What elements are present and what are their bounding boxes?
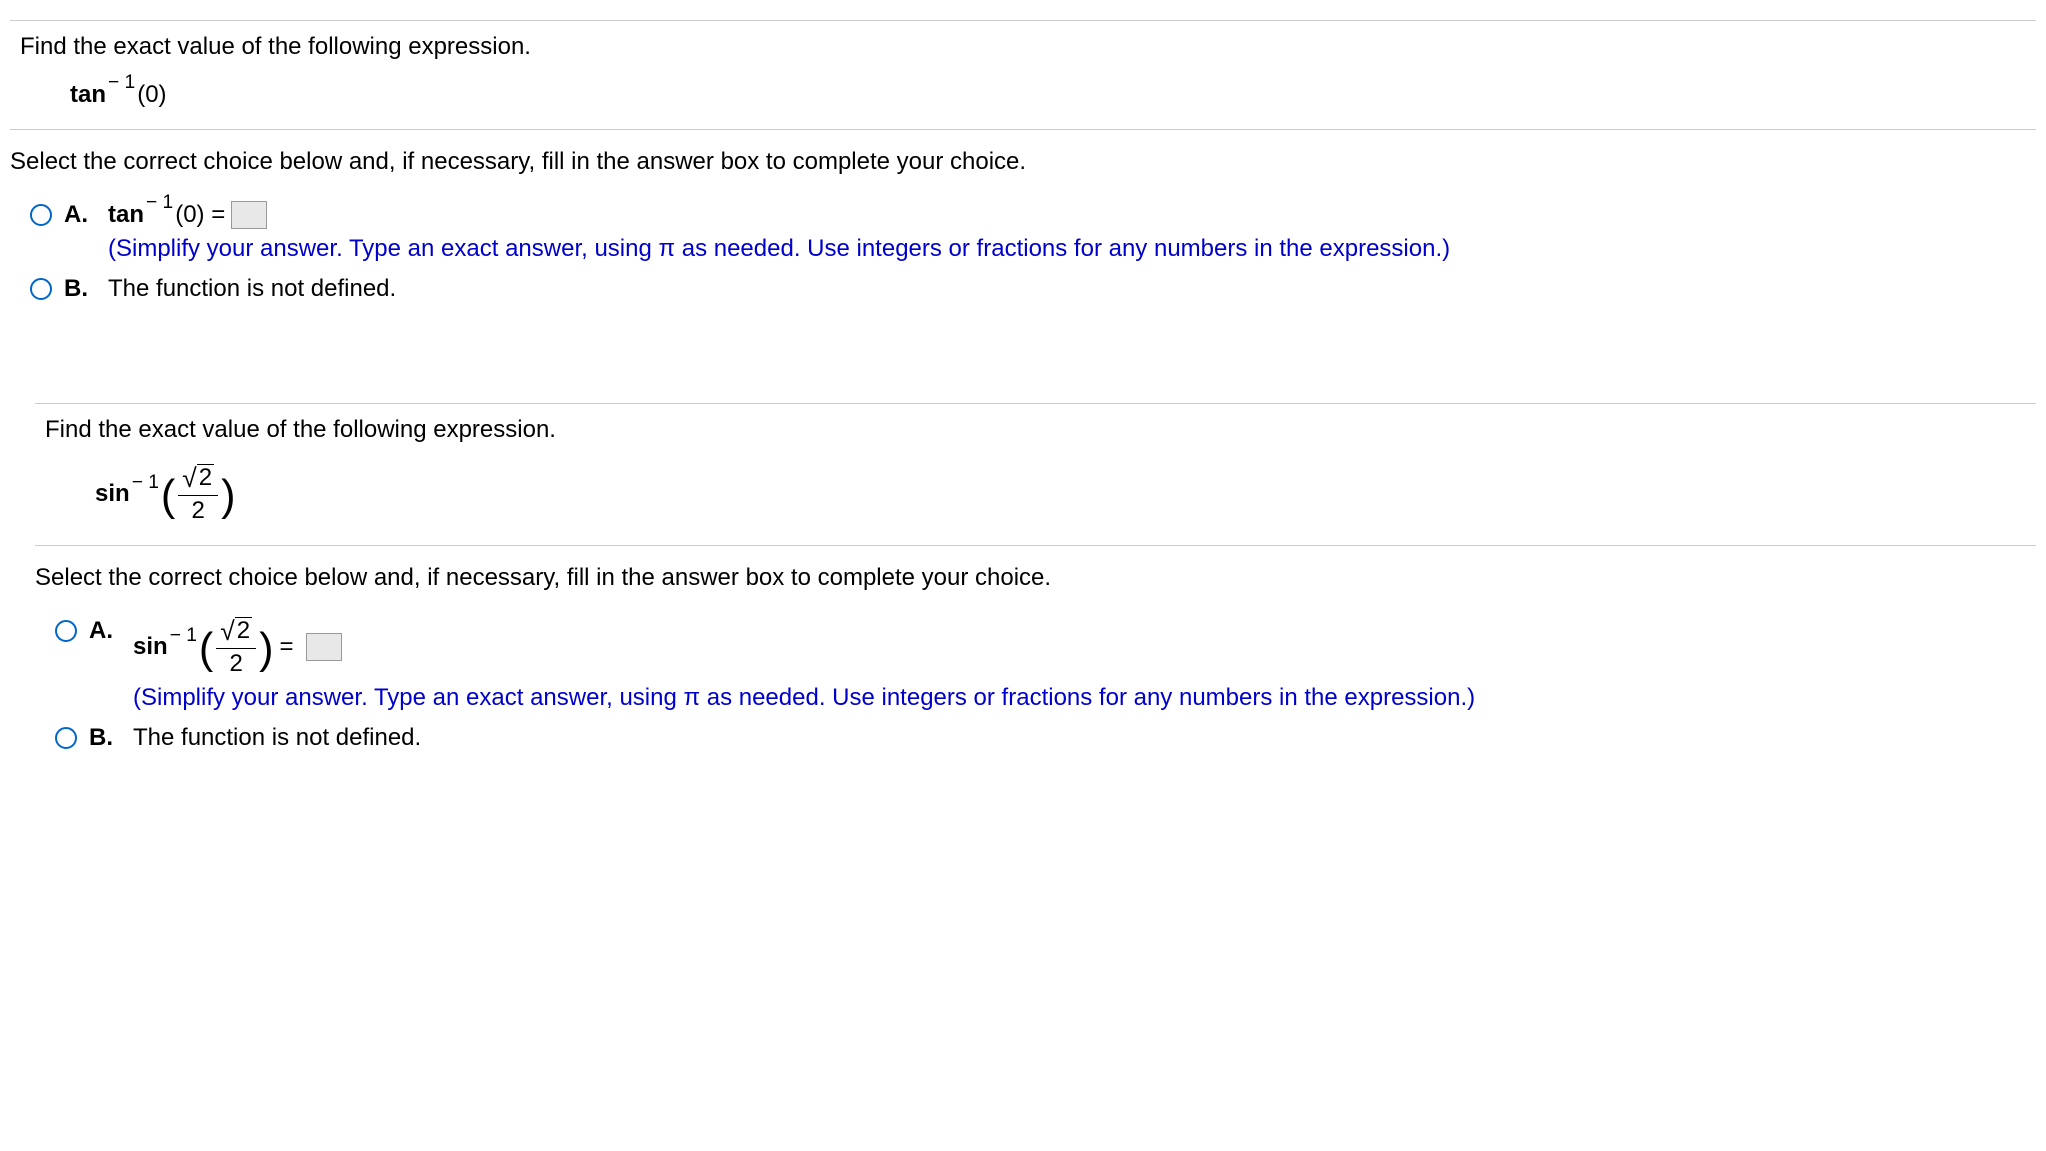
- choice-b-label: B.: [89, 724, 115, 752]
- question-2: Find the exact value of the following ex…: [35, 403, 2036, 752]
- question-expression: sin − 1 ( √ 2 2 ): [95, 464, 2036, 525]
- numerator: √ 2: [178, 464, 218, 496]
- divider: [10, 129, 2036, 130]
- choice-a-expr: tan − 1 (0) =: [108, 201, 1450, 229]
- radicand: 2: [235, 617, 252, 646]
- exponent: − 1: [146, 192, 173, 214]
- choice-a-label: A.: [64, 201, 90, 229]
- radio-b[interactable]: [55, 727, 77, 749]
- func-name: tan: [108, 201, 144, 229]
- radio-a[interactable]: [30, 204, 52, 226]
- question-1: Find the exact value of the following ex…: [10, 20, 2036, 303]
- sub-prompt: Select the correct choice below and, if …: [10, 148, 2036, 176]
- choice-b-text: The function is not defined.: [133, 724, 421, 752]
- right-paren: ): [221, 475, 235, 518]
- divider: [35, 403, 2036, 404]
- question-expression: tan − 1 (0): [70, 81, 2036, 109]
- choice-b-text: The function is not defined.: [108, 275, 396, 303]
- exponent: − 1: [108, 72, 135, 94]
- denominator: 2: [192, 496, 205, 524]
- choice-a-row: A. tan − 1 (0) = (Simplify your answer. …: [30, 201, 2036, 263]
- choice-b-label: B.: [64, 275, 90, 303]
- right-paren: ): [259, 628, 273, 671]
- divider: [10, 20, 2036, 21]
- choices: A. tan − 1 (0) = (Simplify your answer. …: [30, 201, 2036, 303]
- argument-eq: (0) =: [175, 201, 225, 229]
- choice-b-row: B. The function is not defined.: [30, 275, 2036, 303]
- fraction: √ 2 2: [178, 464, 218, 525]
- radio-a[interactable]: [55, 620, 77, 642]
- choice-a-hint: (Simplify your answer. Type an exact ans…: [108, 235, 1450, 263]
- choice-b-row: B. The function is not defined.: [55, 724, 2036, 752]
- question-prompt: Find the exact value of the following ex…: [20, 33, 2036, 61]
- argument: (0): [137, 81, 166, 109]
- choice-a-label: A.: [89, 617, 115, 645]
- sqrt-sign: √: [182, 464, 196, 493]
- fraction: √ 2 2: [216, 617, 256, 678]
- choice-a-expr: sin − 1 ( √ 2 2 ) =: [133, 617, 1475, 678]
- choice-a-row: A. sin − 1 ( √ 2 2 ): [55, 617, 2036, 712]
- radicand: 2: [197, 464, 214, 493]
- left-paren: (: [199, 628, 213, 671]
- exponent: − 1: [132, 472, 159, 494]
- func-name: sin: [95, 480, 130, 508]
- sqrt: √ 2: [220, 617, 252, 646]
- func-name: tan: [70, 81, 106, 109]
- choice-b-body: The function is not defined.: [108, 275, 396, 303]
- choice-a-body: tan − 1 (0) = (Simplify your answer. Typ…: [108, 201, 1450, 263]
- equals: =: [280, 633, 294, 661]
- radio-b[interactable]: [30, 278, 52, 300]
- choices: A. sin − 1 ( √ 2 2 ): [55, 617, 2036, 752]
- divider: [35, 545, 2036, 546]
- func-name: sin: [133, 633, 168, 661]
- left-paren: (: [161, 475, 175, 518]
- numerator: √ 2: [216, 617, 256, 649]
- sqrt-sign: √: [220, 617, 234, 646]
- question-prompt: Find the exact value of the following ex…: [45, 416, 2036, 444]
- denominator: 2: [230, 649, 243, 677]
- exponent: − 1: [170, 625, 197, 647]
- sqrt: √ 2: [182, 464, 214, 493]
- answer-input[interactable]: [306, 633, 342, 661]
- choice-a-hint: (Simplify your answer. Type an exact ans…: [133, 684, 1475, 712]
- choice-a-body: sin − 1 ( √ 2 2 ) =: [133, 617, 1475, 712]
- sub-prompt: Select the correct choice below and, if …: [35, 564, 2036, 592]
- choice-b-body: The function is not defined.: [133, 724, 421, 752]
- answer-input[interactable]: [231, 201, 267, 229]
